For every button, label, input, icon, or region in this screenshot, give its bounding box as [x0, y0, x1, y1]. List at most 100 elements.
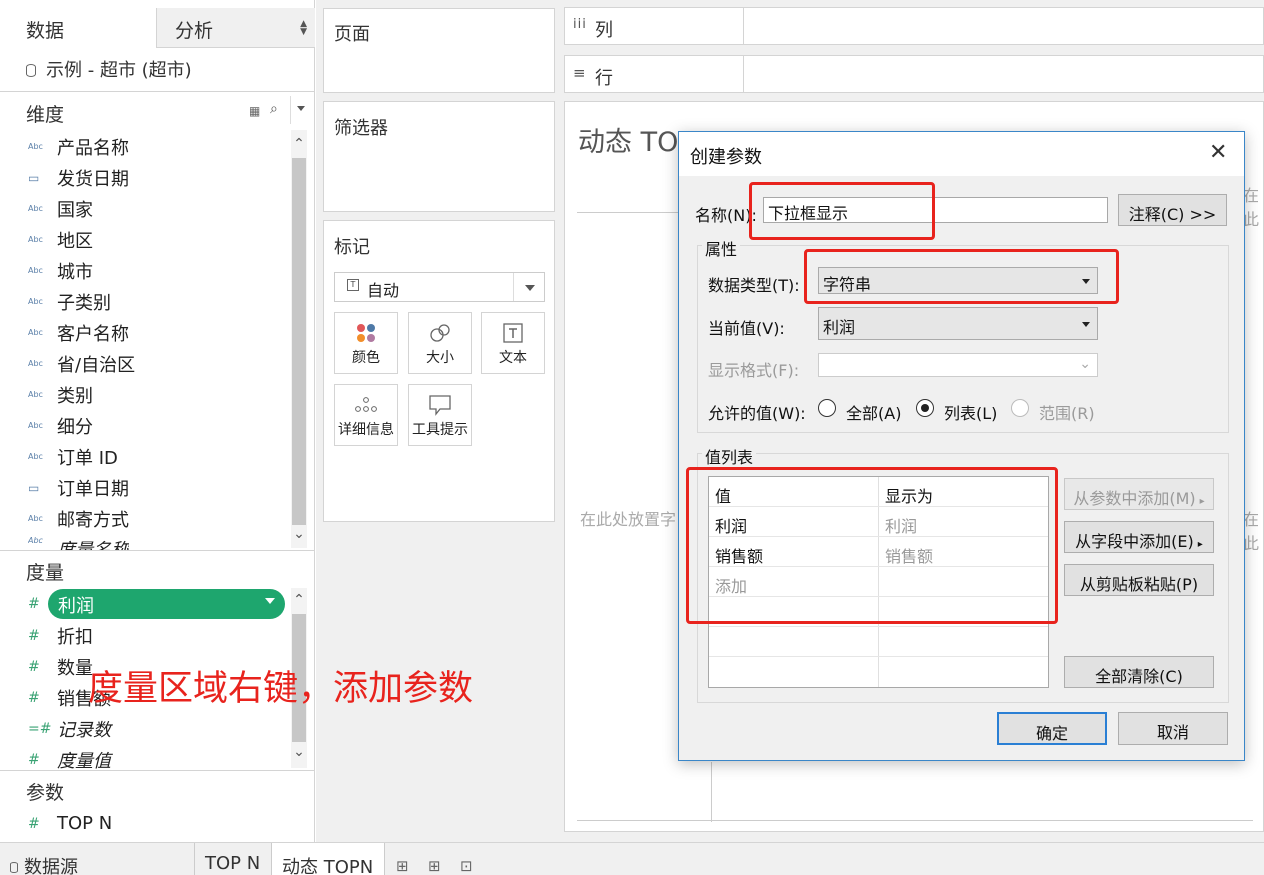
- new-story-icon[interactable]: ⊡: [460, 857, 473, 875]
- columns-shelf[interactable]: iii 列: [564, 7, 1264, 45]
- dimension-item[interactable]: Abc 细分: [28, 410, 93, 441]
- size-label: 大小: [426, 350, 454, 366]
- color-button[interactable]: 颜色: [334, 312, 398, 374]
- cancel-button[interactable]: 取消: [1118, 712, 1228, 745]
- string-type-icon: Abc: [28, 142, 43, 151]
- parameter-item[interactable]: # TOP N: [28, 808, 112, 839]
- annotation-text: 度量区域右键，添加参数: [88, 669, 474, 709]
- tab-analysis[interactable]: 分析 ▲ ▼: [156, 8, 315, 48]
- marks-title: 标记: [334, 237, 370, 258]
- close-icon[interactable]: ✕: [1209, 140, 1227, 165]
- rows-label: 行: [595, 68, 613, 89]
- display-format-label: 显示格式(F):: [708, 361, 800, 380]
- measure-item[interactable]: =# 记录数: [28, 713, 111, 744]
- tooltip-button[interactable]: 工具提示: [408, 384, 472, 446]
- tab-datasource[interactable]: 数据源: [10, 843, 78, 875]
- grid-view-icon[interactable]: ▦: [249, 104, 260, 118]
- current-value-select[interactable]: 利润: [818, 307, 1098, 340]
- filters-title: 筛选器: [334, 118, 388, 139]
- dimension-label: 发货日期: [57, 168, 129, 190]
- rows-icon: ≡: [573, 64, 586, 82]
- string-type-icon: Abc: [28, 235, 43, 244]
- dialog-titlebar: 创建参数 ✕: [679, 132, 1244, 176]
- highlight-box-value-list: [686, 467, 1058, 624]
- measure-label: 度量值: [57, 750, 111, 772]
- dimension-label: 订单日期: [57, 478, 129, 500]
- scroll-up-icon[interactable]: ⌃: [291, 592, 307, 608]
- size-button[interactable]: 大小: [408, 312, 472, 374]
- add-from-field-label: 从字段中添加(E): [1075, 532, 1194, 551]
- chevron-right-icon: ▸: [1197, 539, 1203, 550]
- measure-item[interactable]: # 数量: [28, 651, 93, 682]
- dimension-item[interactable]: ▭ 订单日期: [28, 472, 129, 503]
- clear-all-button[interactable]: 全部清除(C): [1064, 656, 1214, 688]
- dimension-item[interactable]: Abc 产品名称: [28, 131, 129, 162]
- dimension-item[interactable]: ▭ 发货日期: [28, 162, 129, 193]
- dimension-item[interactable]: Abc 地区: [28, 224, 93, 255]
- string-type-icon: Abc: [28, 421, 43, 430]
- rows-shelf[interactable]: ≡ 行: [564, 55, 1264, 93]
- dimension-item[interactable]: Abc 类别: [28, 379, 93, 410]
- comment-button[interactable]: 注释(C) >>: [1118, 194, 1227, 226]
- new-sheet-icon[interactable]: ⊞: [396, 857, 409, 875]
- calendar-icon: ▭: [28, 480, 40, 495]
- dimension-item[interactable]: Abc 度量名称: [28, 534, 129, 550]
- new-dashboard-icon[interactable]: ⊞: [428, 857, 441, 875]
- divider: [577, 212, 687, 213]
- data-pane-tabs: 数据 分析 ▲ ▼: [0, 8, 315, 48]
- tab-data[interactable]: 数据: [0, 8, 156, 48]
- dimension-item[interactable]: Abc 邮寄方式: [28, 503, 129, 534]
- scroll-down-icon[interactable]: ⌄: [291, 526, 307, 542]
- paste-clipboard-button[interactable]: 从剪贴板粘贴(P): [1064, 564, 1214, 596]
- scroll-thumb[interactable]: [292, 158, 306, 525]
- measure-hash-icon: #: [28, 596, 40, 612]
- tab-sheet-topn[interactable]: TOP N: [205, 843, 260, 875]
- scroll-up-icon[interactable]: ⌃: [291, 136, 307, 152]
- radio-list[interactable]: [916, 399, 934, 417]
- filters-shelf[interactable]: 筛选器: [323, 101, 555, 212]
- dimension-item[interactable]: Abc 城市: [28, 255, 93, 286]
- pages-shelf[interactable]: 页面: [323, 8, 555, 93]
- add-from-parameter-label: 从参数中添加(M): [1073, 489, 1196, 508]
- sort-arrows-icon: ▲ ▼: [300, 19, 307, 37]
- dimensions-menu-icon[interactable]: [297, 106, 305, 111]
- dimension-label: 国家: [57, 199, 93, 221]
- divider: [0, 770, 315, 771]
- measure-hash-icon: #: [28, 751, 40, 768]
- dimension-item[interactable]: Abc 客户名称: [28, 317, 129, 348]
- text-mark-icon: T: [347, 279, 359, 291]
- columns-icon: iii: [573, 17, 587, 32]
- dimension-item[interactable]: Abc 订单 ID: [28, 441, 118, 472]
- divider: [0, 91, 315, 92]
- dimension-item[interactable]: Abc 国家: [28, 193, 93, 224]
- string-type-icon: Abc: [28, 536, 43, 545]
- value-list-title: 值列表: [702, 444, 757, 468]
- detail-button[interactable]: 详细信息: [334, 384, 398, 446]
- tab-datasource-label: 数据源: [24, 857, 78, 875]
- text-button[interactable]: 文本: [481, 312, 545, 374]
- dimensions-scrollbar[interactable]: ⌃ ⌄: [291, 130, 307, 548]
- parameters-title: 参数: [26, 782, 65, 804]
- dimension-item[interactable]: Abc 省/自治区: [28, 348, 135, 379]
- add-from-field-button[interactable]: 从字段中添加(E) ▸: [1064, 521, 1214, 553]
- radio-all-label: 全部(A): [846, 404, 902, 423]
- measure-item-selected[interactable]: 利润: [48, 589, 285, 619]
- string-type-icon: Abc: [28, 204, 43, 213]
- dimension-item[interactable]: Abc 子类别: [28, 286, 111, 317]
- parameter-label: TOP N: [57, 813, 113, 834]
- divider: [513, 273, 514, 301]
- mark-type-select[interactable]: T 自动: [334, 272, 545, 302]
- dimension-label: 城市: [57, 261, 93, 283]
- search-icon[interactable]: ⌕: [270, 101, 278, 117]
- scroll-down-icon[interactable]: ⌄: [291, 744, 307, 760]
- current-value: 利润: [823, 318, 856, 337]
- datasource-label: 示例 - 超市 (超市): [46, 60, 192, 81]
- ok-button[interactable]: 确定: [997, 712, 1107, 745]
- measure-item[interactable]: # 折扣: [28, 620, 93, 651]
- allowable-values-label: 允许的值(W):: [708, 404, 806, 423]
- tab-sheet-dynamic-topn[interactable]: 动态 TOPN: [282, 843, 373, 875]
- dropdown-caret-icon[interactable]: [265, 598, 275, 604]
- datasource-item[interactable]: 示例 - 超市 (超市): [26, 56, 192, 82]
- radio-all[interactable]: [818, 399, 836, 417]
- size-icon: [409, 313, 471, 347]
